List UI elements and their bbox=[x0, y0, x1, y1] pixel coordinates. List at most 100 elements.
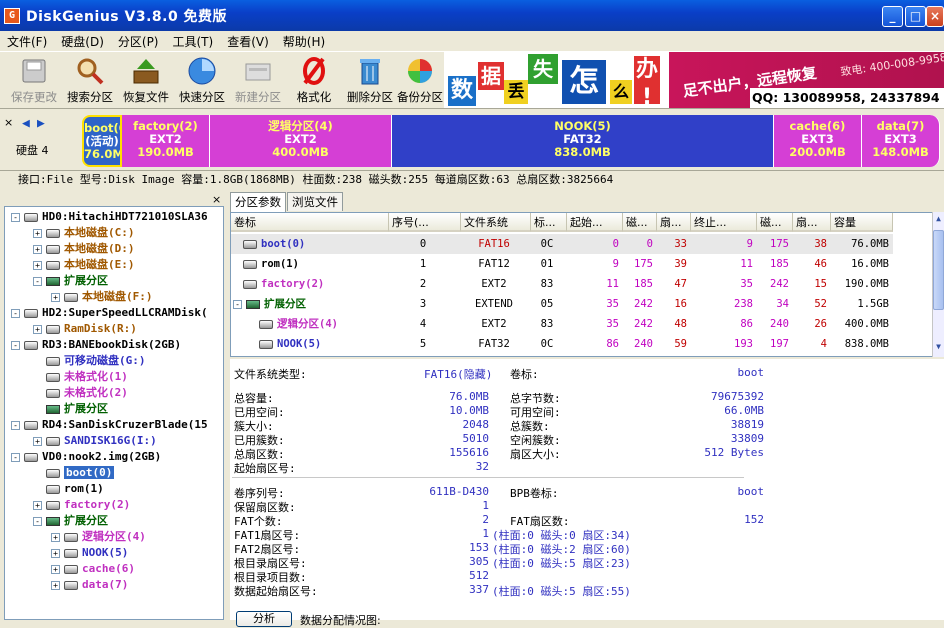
format-button[interactable]: 格式化 bbox=[286, 56, 342, 105]
column-header[interactable]: 容量 bbox=[831, 213, 893, 232]
tree-expander-icon[interactable]: - bbox=[33, 516, 42, 526]
partition-block-1[interactable]: factory(2) EXT2 190.0MB bbox=[122, 115, 210, 167]
column-header[interactable]: 磁... bbox=[757, 213, 793, 232]
table-row[interactable]: 逻辑分区(4) 4 EXT2 83 35 242 48 86 240 26 400.0MB bbox=[231, 314, 893, 334]
tree-node[interactable]: 未格式化(2) bbox=[33, 385, 128, 401]
column-header[interactable]: 卷标 bbox=[231, 213, 389, 232]
tree-expander-icon[interactable]: + bbox=[33, 260, 42, 270]
column-header[interactable]: 扇... bbox=[657, 213, 691, 232]
analyze-button[interactable]: 分析 bbox=[236, 611, 292, 627]
column-header[interactable]: 标... bbox=[531, 213, 567, 232]
tree-expander-icon[interactable]: + bbox=[51, 532, 60, 542]
table-cell: 16 bbox=[674, 298, 687, 310]
tree-close-icon[interactable]: × bbox=[212, 193, 221, 206]
table-scrollbar[interactable]: ▲ ▼ bbox=[932, 212, 944, 357]
tree-node[interactable]: + cache(6) bbox=[51, 561, 135, 577]
column-header[interactable]: 扇... bbox=[793, 213, 831, 232]
tree-node[interactable]: - HD0:HitachiHDT721010SLA36 bbox=[11, 209, 208, 225]
table-row[interactable]: boot(0) 0 FAT16 0C 0 0 33 9 175 38 76.0MB bbox=[231, 234, 893, 254]
menu-partition[interactable]: 分区(P) bbox=[111, 33, 166, 50]
tab-partition-params[interactable]: 分区参数 bbox=[230, 192, 286, 212]
tree-expander-icon[interactable]: - bbox=[11, 340, 20, 350]
ad-banner[interactable]: 数 据 丢 失 怎 么 办! 足不出户，远程恢复 致电: 400-008-995… bbox=[444, 52, 944, 108]
maximize-button[interactable]: □ bbox=[905, 6, 926, 27]
save-changes-button[interactable]: 保存更改 bbox=[6, 56, 62, 105]
tree-node[interactable]: + 本地磁盘(C:) bbox=[33, 225, 135, 241]
delete-partition-button[interactable]: 删除分区 bbox=[342, 56, 398, 105]
tree-node[interactable]: + 本地磁盘(E:) bbox=[33, 257, 135, 273]
fat-label-2: BPB卷标: bbox=[510, 487, 559, 500]
table-row[interactable]: rom(1) 1 FAT12 01 9 175 39 11 185 46 16.0MB bbox=[231, 254, 893, 274]
tree-node[interactable]: boot(0) bbox=[33, 465, 115, 481]
tree-expander-icon[interactable]: + bbox=[51, 564, 60, 574]
disk-icon bbox=[24, 308, 38, 318]
table-row[interactable]: NOOK(5) 5 FAT32 0C 86 240 59 193 197 4 838.0MB bbox=[231, 334, 893, 354]
tree-node[interactable]: - HD2:SuperSpeedLLCRAMDisk( bbox=[11, 305, 208, 321]
tree-node[interactable]: rom(1) bbox=[33, 481, 104, 497]
column-header[interactable]: 文件系统 bbox=[461, 213, 531, 232]
tree-expander-icon[interactable]: - bbox=[11, 212, 20, 222]
tree-node[interactable]: 可移动磁盘(G:) bbox=[33, 353, 146, 369]
tree-node[interactable]: - RD3:BANEbookDisk(2GB) bbox=[11, 337, 181, 353]
tree-expander-icon[interactable]: - bbox=[33, 276, 42, 286]
tree-expander-icon[interactable]: + bbox=[33, 324, 42, 334]
tree-node[interactable]: - 扩展分区 bbox=[33, 273, 108, 289]
tree-expander-icon[interactable]: + bbox=[51, 548, 60, 558]
scroll-up-icon[interactable]: ▲ bbox=[933, 214, 944, 226]
tree-expander-icon[interactable]: - bbox=[11, 452, 20, 462]
tree-node[interactable]: - 扩展分区 bbox=[33, 513, 108, 529]
close-button[interactable]: × bbox=[926, 6, 944, 27]
table-row[interactable]: - 扩展分区 3 EXTEND 05 35 242 16 238 34 52 1.5GB bbox=[231, 294, 893, 314]
tree-node[interactable]: + data(7) bbox=[51, 577, 128, 593]
tree-expander-icon[interactable]: - bbox=[11, 420, 20, 430]
scroll-down-icon[interactable]: ▼ bbox=[933, 342, 944, 354]
menu-help[interactable]: 帮助(H) bbox=[276, 33, 332, 50]
scroll-thumb[interactable] bbox=[933, 230, 944, 310]
tree-expander-icon[interactable]: + bbox=[33, 500, 42, 510]
next-disk-icon[interactable]: ▶ bbox=[37, 116, 45, 131]
partition-block-2[interactable]: 逻辑分区(4) EXT2 400.0MB bbox=[210, 115, 392, 167]
column-header[interactable]: 终止... bbox=[691, 213, 757, 232]
row-expander-icon[interactable]: - bbox=[233, 299, 242, 309]
column-header[interactable]: 起始... bbox=[567, 213, 623, 232]
tree-node[interactable]: + factory(2) bbox=[33, 497, 130, 513]
tree-node[interactable]: + 本地磁盘(F:) bbox=[51, 289, 153, 305]
tree-expander-icon[interactable]: + bbox=[33, 436, 42, 446]
tree-node[interactable]: - RD4:SanDiskCruzerBlade(15 bbox=[11, 417, 208, 433]
menu-file[interactable]: 文件(F) bbox=[0, 33, 54, 50]
partition-block-3[interactable]: NOOK(5) FAT32 838.0MB bbox=[392, 115, 774, 167]
tree-node[interactable]: 扩展分区 bbox=[33, 401, 108, 417]
table-cell: 175 bbox=[634, 258, 653, 270]
partition-block-0[interactable]: boot(0)(活动)76.0MB bbox=[82, 115, 122, 167]
menu-view[interactable]: 查看(V) bbox=[220, 33, 276, 50]
tree-node[interactable]: + NOOK(5) bbox=[51, 545, 128, 561]
tree-expander-icon[interactable]: + bbox=[51, 292, 60, 302]
partition-icon bbox=[46, 324, 60, 334]
table-row[interactable]: factory(2) 2 EXT2 83 11 185 47 35 242 15 190.0MB bbox=[231, 274, 893, 294]
search-partition-button[interactable]: 搜索分区 bbox=[62, 56, 118, 105]
new-partition-button[interactable]: 新建分区 bbox=[230, 56, 286, 105]
column-header[interactable]: 序号(... bbox=[389, 213, 461, 232]
tree-expander-icon[interactable]: - bbox=[11, 308, 20, 318]
partition-block-5[interactable]: data(7) EXT3 148.0MB bbox=[862, 115, 940, 167]
tree-node[interactable]: + SANDISK16G(I:) bbox=[33, 433, 157, 449]
tab-browse-files[interactable]: 浏览文件 bbox=[287, 192, 343, 211]
tree-node[interactable]: 未格式化(1) bbox=[33, 369, 128, 385]
tree-node[interactable]: + 本地磁盘(D:) bbox=[33, 241, 135, 257]
tree-expander-icon[interactable]: + bbox=[33, 228, 42, 238]
tree-node[interactable]: + RamDisk(R:) bbox=[33, 321, 137, 337]
column-header[interactable]: 磁... bbox=[623, 213, 657, 232]
restore-files-button[interactable]: 恢复文件 bbox=[118, 56, 174, 105]
tree-node[interactable]: - VD0:nook2.img(2GB) bbox=[11, 449, 161, 465]
tree-expander-icon[interactable]: + bbox=[33, 244, 42, 254]
minimize-button[interactable]: _ bbox=[882, 6, 903, 27]
close-diskmap-icon[interactable]: × bbox=[4, 116, 13, 129]
backup-partition-button[interactable]: 备份分区 bbox=[392, 56, 448, 105]
tree-node[interactable]: + 逻辑分区(4) bbox=[51, 529, 146, 545]
quick-partition-button[interactable]: 快速分区 bbox=[174, 56, 230, 105]
tree-expander-icon[interactable]: + bbox=[51, 580, 60, 590]
menu-tools[interactable]: 工具(T) bbox=[166, 33, 221, 50]
prev-disk-icon[interactable]: ◀ bbox=[22, 116, 30, 131]
partition-block-4[interactable]: cache(6) EXT3 200.0MB bbox=[774, 115, 862, 167]
menu-disk[interactable]: 硬盘(D) bbox=[54, 33, 111, 50]
